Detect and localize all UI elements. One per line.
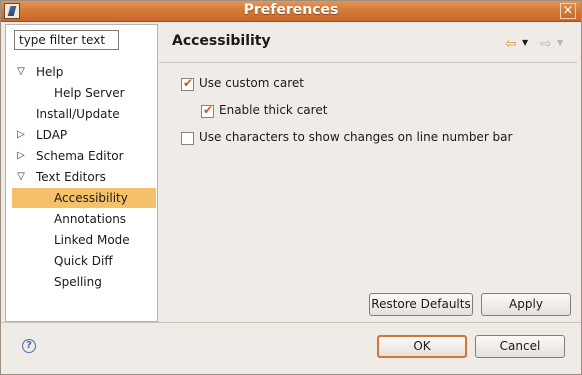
back-arrow-icon[interactable]: ⇦: [505, 36, 517, 52]
filter-input[interactable]: [14, 30, 119, 50]
line-number-bar-characters-label[interactable]: Use characters to show changes on line n…: [199, 130, 512, 144]
forward-history-dropdown-icon[interactable]: ▼: [557, 38, 563, 47]
apply-button[interactable]: Apply: [481, 293, 571, 316]
tree-item-label: Text Editors: [36, 170, 106, 184]
tree-item-linked-mode[interactable]: Linked Mode: [12, 230, 156, 250]
enable-thick-caret-label[interactable]: Enable thick caret: [219, 103, 327, 117]
tree-item-help[interactable]: ▽ Help: [12, 62, 156, 82]
tree-item-label: Install/Update: [36, 107, 120, 121]
page-title: Accessibility: [172, 33, 271, 49]
enable-thick-caret-checkbox[interactable]: [201, 103, 214, 118]
tree-item-label: Spelling: [54, 275, 102, 289]
tree-item-schema-editor[interactable]: ▷ Schema Editor: [12, 146, 156, 166]
collapsed-arrow-icon[interactable]: ▷: [16, 125, 26, 145]
tree-item-label: Accessibility: [54, 191, 128, 205]
tree-item-text-editors[interactable]: ▽ Text Editors: [12, 167, 156, 187]
tree-item-label: Help: [36, 65, 64, 79]
tree-item-spelling[interactable]: Spelling: [12, 272, 156, 292]
footer-separator: [0, 322, 582, 323]
tree-item-help-server[interactable]: Help Server: [12, 83, 156, 103]
tree-item-annotations[interactable]: Annotations: [12, 209, 156, 229]
back-history-dropdown-icon[interactable]: ▼: [522, 38, 528, 47]
line-number-bar-characters-checkbox[interactable]: [181, 132, 194, 145]
tree-item-install-update[interactable]: Install/Update: [12, 104, 156, 124]
expanded-arrow-icon[interactable]: ▽: [16, 167, 26, 187]
forward-arrow-icon[interactable]: ⇨: [540, 36, 552, 52]
title-bar: Preferences ×: [0, 0, 582, 22]
tree-item-label: Help Server: [54, 86, 125, 100]
tree-item-label: LDAP: [36, 128, 68, 142]
tree-item-label: Linked Mode: [54, 233, 130, 247]
restore-defaults-button[interactable]: Restore Defaults: [369, 293, 473, 316]
close-icon[interactable]: ×: [560, 3, 576, 19]
tree-item-label: Quick Diff: [54, 254, 113, 268]
tree-item-label: Annotations: [54, 212, 127, 226]
tree-item-ldap[interactable]: ▷ LDAP: [12, 125, 156, 145]
cancel-button[interactable]: Cancel: [475, 335, 565, 358]
use-custom-caret-label[interactable]: Use custom caret: [199, 76, 304, 90]
collapsed-arrow-icon[interactable]: ▷: [16, 146, 26, 166]
title-separator: [159, 62, 577, 63]
tree-item-quick-diff[interactable]: Quick Diff: [12, 251, 156, 271]
window-title: Preferences: [243, 2, 339, 18]
ok-button[interactable]: OK: [377, 335, 467, 358]
expanded-arrow-icon[interactable]: ▽: [16, 62, 26, 82]
help-icon[interactable]: ?: [22, 339, 36, 353]
use-custom-caret-checkbox[interactable]: [181, 76, 194, 91]
tree-item-label: Schema Editor: [36, 149, 124, 163]
tree-item-accessibility[interactable]: Accessibility: [12, 188, 156, 208]
preferences-tree-pane: ▽ Help Help Server Install/Update ▷ LDAP…: [5, 24, 158, 322]
